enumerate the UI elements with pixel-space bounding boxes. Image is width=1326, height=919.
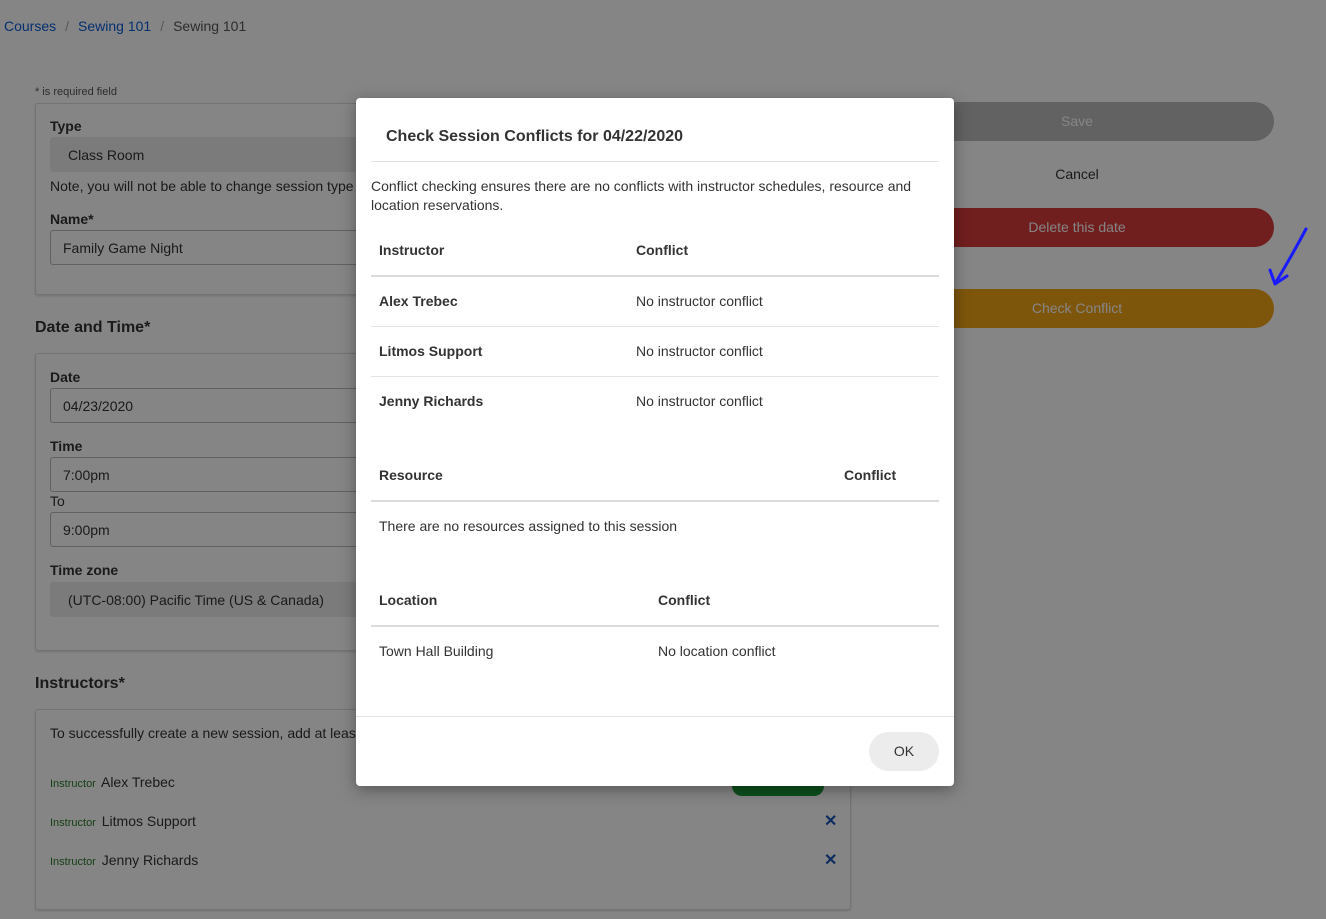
row-divider [371,376,939,377]
location-cell: Town Hall Building [379,643,494,659]
table-divider [371,275,939,277]
modal-divider [371,161,939,162]
instructor-cell: Jenny Richards [379,393,484,409]
ok-button[interactable]: OK [869,732,939,771]
location-column-header: Location [379,592,438,608]
modal-footer-divider [356,716,954,717]
row-divider [371,326,939,327]
table-divider [371,500,939,502]
conflict-cell: No instructor conflict [636,393,763,409]
table-divider [371,625,939,627]
conflict-modal: Check Session Conflicts for 04/22/2020 C… [356,98,954,786]
conflict-cell: No instructor conflict [636,293,763,309]
resource-conflict-header: Conflict [844,467,897,483]
instructor-cell: Litmos Support [379,343,483,359]
location-conflict-cell: No location conflict [658,643,776,659]
conflict-cell: No instructor conflict [636,343,763,359]
conflict-column-header: Conflict [636,242,689,258]
annotation-arrow-icon [1268,227,1308,286]
resource-empty-message: There are no resources assigned to this … [379,518,678,534]
modal-title: Check Session Conflicts for 04/22/2020 [386,128,684,145]
instructor-column-header: Instructor [379,242,445,258]
modal-description: Conflict checking ensures there are no c… [371,178,912,213]
resource-column-header: Resource [379,467,443,483]
location-conflict-header: Conflict [658,592,711,608]
instructor-cell: Alex Trebec [379,293,458,309]
